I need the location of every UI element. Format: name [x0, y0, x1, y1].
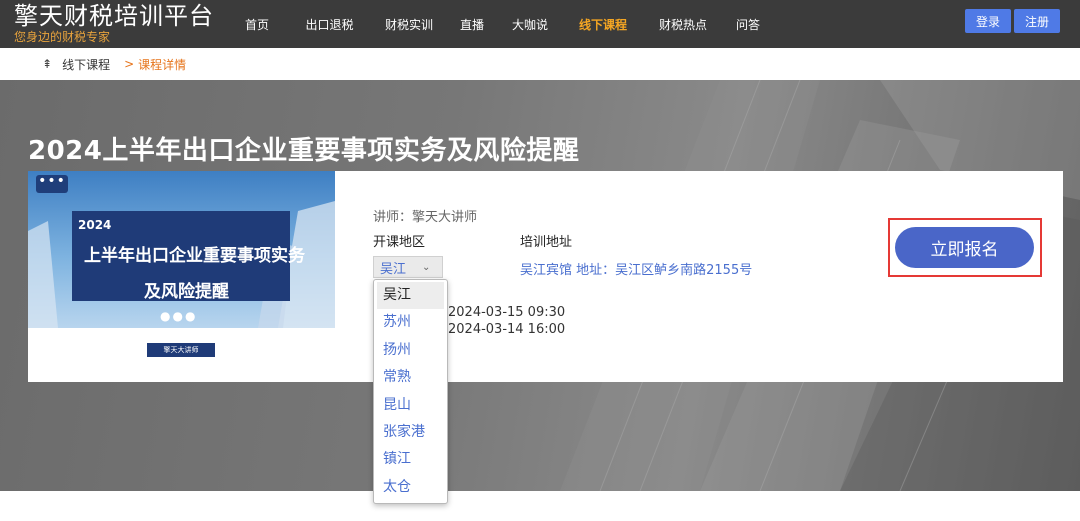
- address-label: 培训地址: [520, 235, 573, 250]
- brand-subtitle: 您身边的财税专家: [14, 30, 111, 44]
- pin-icon: ⇞: [42, 57, 53, 71]
- breadcrumb-separator: >: [124, 57, 135, 71]
- nav-item-tax-training[interactable]: 财税实训: [371, 16, 447, 33]
- course-time-2: 2024-03-14 16:00: [448, 322, 566, 337]
- course-cover-image: ••• 2024 上半年出口企业重要事项实务 及风险提醒 ●●● 擎天大讲师: [28, 171, 335, 382]
- nav-item-export-tax-refund[interactable]: 出口退税: [288, 16, 371, 33]
- course-hero: 2024上半年出口企业重要事项实务及风险提醒 ••• 2024 上半年出口企业重…: [0, 80, 1080, 491]
- cover-teacher-badge: 擎天大讲师: [147, 343, 215, 357]
- nav-item-qa[interactable]: 问答: [723, 16, 773, 33]
- main-nav: 首页 出口退税 财税实训 直播 大咖说 线下课程 财税热点 问答: [230, 0, 773, 48]
- address-value: 吴江宾馆 地址：吴江区鲈乡南路2155号: [520, 263, 753, 278]
- brand-logo[interactable]: 擎天财税培训平台 您身边的财税专家: [14, 2, 214, 44]
- region-option[interactable]: 昆山: [377, 392, 444, 419]
- region-option[interactable]: 镇江: [377, 446, 444, 473]
- region-dropdown-list: 吴江 苏州 扬州 常熟 昆山 张家港 镇江 太仓: [373, 279, 448, 504]
- auth-buttons: 登录 注册: [965, 9, 1060, 33]
- nav-item-offline-course[interactable]: 线下课程: [563, 16, 643, 33]
- region-option[interactable]: 常熟: [377, 364, 444, 391]
- region-option[interactable]: 张家港: [377, 419, 444, 446]
- cover-dots-icon: •••: [36, 174, 68, 193]
- region-option[interactable]: 扬州: [377, 337, 444, 364]
- cover-title-line1: 上半年出口企业重要事项实务: [84, 246, 305, 266]
- teacher-text: 讲师：擎天大讲师: [373, 210, 478, 225]
- cover-social-icons: ●●●: [160, 309, 198, 323]
- course-card: ••• 2024 上半年出口企业重要事项实务 及风险提醒 ●●● 擎天大讲师 讲…: [28, 171, 1063, 382]
- nav-item-home[interactable]: 首页: [230, 16, 288, 33]
- course-title: 2024上半年出口企业重要事项实务及风险提醒: [28, 136, 580, 166]
- course-time-1: 2024-03-15 09:30: [448, 305, 566, 320]
- signup-highlight-box: 立即报名: [888, 218, 1042, 277]
- top-nav-bar: 擎天财税培训平台 您身边的财税专家 首页 出口退税 财税实训 直播 大咖说 线下…: [0, 0, 1080, 48]
- nav-item-expert-talk[interactable]: 大咖说: [497, 16, 563, 33]
- brand-title: 擎天财税培训平台: [14, 2, 214, 30]
- cover-year: 2024: [78, 218, 112, 232]
- cover-sky-background: ••• 2024 上半年出口企业重要事项实务 及风险提醒 ●●●: [28, 171, 335, 328]
- region-select-value: 吴江: [380, 261, 407, 277]
- region-select[interactable]: 吴江 ⌄: [373, 256, 443, 278]
- signup-button[interactable]: 立即报名: [895, 227, 1034, 268]
- region-option[interactable]: 吴江: [377, 282, 444, 310]
- cover-title-line2: 及风险提醒: [144, 282, 229, 302]
- breadcrumb: ⇞ 线下课程 > 课程详情: [0, 48, 1080, 80]
- nav-item-tax-hotspot[interactable]: 财税热点: [643, 16, 723, 33]
- chevron-down-icon: ⌄: [422, 261, 431, 273]
- breadcrumb-parent-link[interactable]: 线下课程: [62, 56, 110, 73]
- breadcrumb-current: 课程详情: [138, 57, 187, 72]
- login-button[interactable]: 登录: [965, 9, 1011, 33]
- register-button[interactable]: 注册: [1014, 9, 1060, 33]
- region-label: 开课地区: [373, 235, 426, 250]
- region-option[interactable]: 太仓: [377, 474, 444, 501]
- nav-item-live[interactable]: 直播: [447, 16, 497, 33]
- region-option[interactable]: 苏州: [377, 309, 444, 336]
